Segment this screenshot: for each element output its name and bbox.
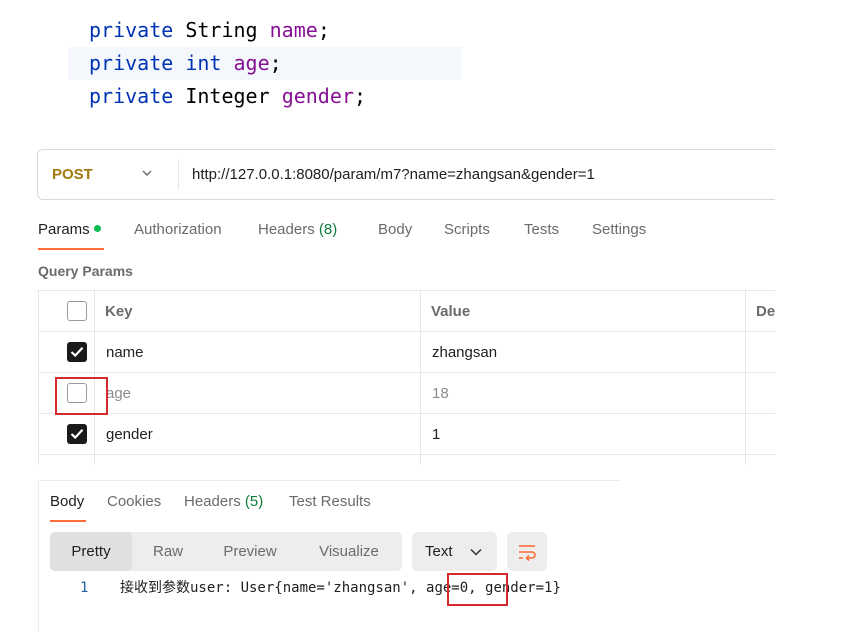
semicolon: ; <box>269 51 282 75</box>
format-raw-button[interactable]: Raw <box>132 532 204 571</box>
table-border <box>38 372 798 373</box>
tab-tests[interactable]: Tests <box>524 221 559 239</box>
code-line-gender: private Integer gender; <box>0 80 470 113</box>
column-header-description: De <box>756 303 776 320</box>
table-border <box>745 290 746 465</box>
keyword: private <box>89 18 174 42</box>
type-name: Integer <box>185 84 270 108</box>
tab-params-label: Params <box>38 221 90 238</box>
table-border <box>38 413 798 414</box>
field-name: name <box>269 18 318 42</box>
wrap-lines-button[interactable] <box>507 532 547 571</box>
response-divider <box>38 480 620 481</box>
url-separator <box>178 159 179 190</box>
table-border <box>38 290 39 465</box>
chevron-down-icon <box>470 548 482 556</box>
tab-scripts[interactable]: Scripts <box>444 221 490 239</box>
param-value-name[interactable]: zhangsan <box>432 344 497 362</box>
type-name: int <box>185 51 222 75</box>
response-text-before: 接收到参数user: User{name='zhangsan', <box>120 580 427 596</box>
active-tab-indicator <box>38 248 104 250</box>
query-params-title: Query Params <box>38 263 133 279</box>
select-all-checkbox[interactable] <box>67 301 87 321</box>
tab-authorization[interactable]: Authorization <box>134 221 222 239</box>
query-params-table: Key Value De name zhangsan age 18 gender… <box>38 290 798 465</box>
request-url-bar: POST http://127.0.0.1:8080/param/m7?name… <box>37 149 797 200</box>
tab-params[interactable]: Params <box>38 221 101 239</box>
tab-headers-label: Headers <box>258 221 315 238</box>
field-name: gender <box>281 84 354 108</box>
param-key-name[interactable]: name <box>106 344 144 362</box>
response-tab-cookies[interactable]: Cookies <box>107 493 161 511</box>
response-type-label: Text <box>425 543 453 560</box>
check-icon <box>70 429 84 440</box>
keyword: private <box>89 51 174 75</box>
tab-headers[interactable]: Headers (8) <box>258 221 337 239</box>
method-select[interactable]: POST <box>52 150 93 199</box>
format-pretty-button[interactable]: Pretty <box>50 532 132 571</box>
highlight-box-age-checkbox <box>55 377 108 415</box>
semicolon: ; <box>353 84 366 108</box>
tab-body[interactable]: Body <box>378 221 412 239</box>
table-border <box>38 331 798 332</box>
param-key-gender[interactable]: gender <box>106 426 153 444</box>
line-number: 1 <box>80 580 89 596</box>
response-tab-headers[interactable]: Headers (5) <box>184 493 263 511</box>
response-tab-headers-label: Headers <box>184 493 241 510</box>
format-visualize-button[interactable]: Visualize <box>296 532 402 571</box>
tab-settings[interactable]: Settings <box>592 221 646 239</box>
response-left-border <box>38 480 39 632</box>
type-name: String <box>185 18 258 42</box>
column-header-value: Value <box>431 303 471 320</box>
keyword: private <box>89 84 174 108</box>
table-border <box>420 290 421 465</box>
param-checkbox-gender[interactable] <box>67 424 87 444</box>
url-input[interactable]: http://127.0.0.1:8080/param/m7?name=zhan… <box>192 150 595 199</box>
table-border <box>38 290 798 291</box>
column-header-key: Key <box>105 303 133 320</box>
viewport-clip <box>775 140 867 470</box>
field-name: age <box>233 51 270 75</box>
check-icon <box>70 347 84 358</box>
param-checkbox-name[interactable] <box>67 342 87 362</box>
response-headers-count: (5) <box>244 493 264 510</box>
param-value-gender[interactable]: 1 <box>432 426 440 444</box>
semicolon: ; <box>317 18 330 42</box>
wrap-lines-icon <box>519 545 536 562</box>
param-key-age[interactable]: age <box>106 385 131 403</box>
format-preview-button[interactable]: Preview <box>204 532 296 571</box>
response-type-select[interactable]: Text <box>412 532 497 571</box>
chevron-down-icon[interactable] <box>142 168 152 178</box>
active-dot-icon <box>93 225 101 232</box>
highlight-box-age-value <box>447 573 508 606</box>
format-selector: Pretty Raw Preview Visualize <box>50 532 402 571</box>
response-tab-test-results[interactable]: Test Results <box>289 493 371 511</box>
param-value-age[interactable]: 18 <box>432 385 449 403</box>
code-line-age: private int age; <box>68 47 462 80</box>
headers-count: (8) <box>318 221 338 238</box>
code-line-name: private String name; <box>0 14 470 47</box>
table-border <box>38 454 798 455</box>
active-response-tab-indicator <box>50 520 86 522</box>
code-snippet: private String name; private int age; pr… <box>0 14 470 113</box>
response-tab-body[interactable]: Body <box>50 493 84 511</box>
